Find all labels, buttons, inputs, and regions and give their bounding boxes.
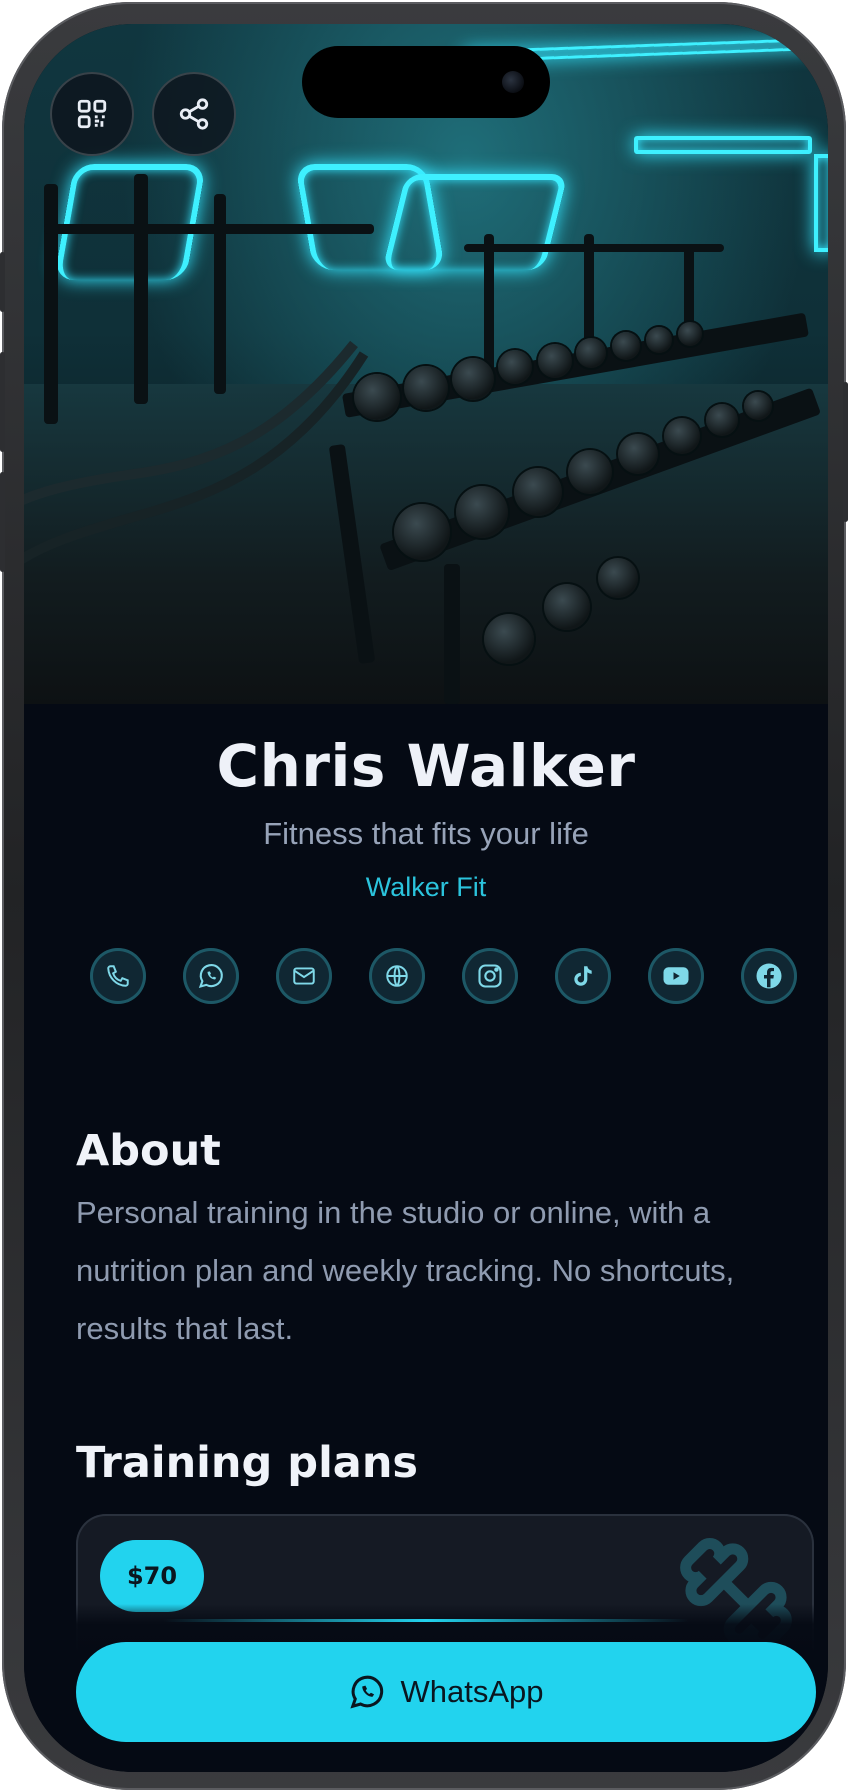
battle-rope: [24, 340, 369, 564]
share-button[interactable]: [152, 72, 236, 156]
neon-light: [814, 154, 828, 252]
dumbbell: [568, 450, 612, 494]
email-button[interactable]: [276, 948, 332, 1004]
dumbbell: [664, 418, 700, 454]
dumbbell: [404, 366, 448, 410]
rack-bar: [464, 244, 724, 252]
dumbbell: [498, 350, 532, 384]
dumbbell: [544, 584, 590, 630]
dumbbell: [646, 327, 672, 353]
power-button: [843, 382, 848, 522]
action-button: [0, 252, 5, 312]
dumbbell: [394, 504, 450, 560]
whatsapp-cta-button[interactable]: WhatsApp: [76, 1642, 816, 1742]
phone-button[interactable]: [90, 948, 146, 1004]
youtube-icon: [663, 967, 689, 985]
camera-icon: [502, 71, 524, 93]
hero-image: [24, 24, 828, 704]
mail-icon: [293, 967, 315, 985]
neon-light: [634, 136, 812, 154]
about-text: Personal training in the studio or onlin…: [76, 1195, 735, 1346]
dumbbell: [514, 468, 562, 516]
volume-down-button: [0, 472, 5, 572]
dumbbell: [538, 344, 572, 378]
whatsapp-icon: [350, 1675, 384, 1709]
dumbbell: [452, 358, 494, 400]
neon-light: [53, 164, 207, 280]
globe-icon: [386, 965, 408, 987]
cta-label: WhatsApp: [400, 1674, 544, 1709]
instagram-button[interactable]: [462, 948, 518, 1004]
plans-heading: Training plans: [76, 1438, 419, 1488]
dumbbell: [678, 322, 702, 346]
dumbbell: [618, 434, 658, 474]
dumbbell: [706, 404, 738, 436]
whatsapp-icon: [198, 964, 223, 989]
about-heading: About: [76, 1126, 221, 1176]
qr-code-button[interactable]: [50, 72, 134, 156]
tiktok-icon: [574, 966, 592, 986]
rack-leg: [444, 564, 460, 704]
profile-name: Chris Walker: [216, 732, 636, 800]
tiktok-button[interactable]: [555, 948, 611, 1004]
share-icon: [179, 98, 209, 130]
dumbbell: [744, 392, 772, 420]
dumbbell: [456, 486, 508, 538]
plan-price-badge: $70: [100, 1540, 204, 1612]
website-button[interactable]: [369, 948, 425, 1004]
dumbbell: [576, 338, 606, 368]
volume-up-button: [0, 352, 5, 452]
facebook-button[interactable]: [741, 948, 797, 1004]
neon-light: [382, 174, 568, 270]
screen: Chris Walker Fitness that fits your life…: [24, 24, 828, 1772]
dumbbell: [484, 614, 534, 664]
profile-tagline: Fitness that fits your life: [263, 816, 589, 851]
rack-bar: [44, 224, 374, 234]
brand-name[interactable]: Walker Fit: [24, 872, 828, 903]
phone-icon: [107, 965, 129, 987]
social-links: [64, 948, 797, 1012]
facebook-icon: [756, 963, 782, 989]
phone-frame: Chris Walker Fitness that fits your life…: [0, 2, 848, 1790]
dumbbell: [598, 558, 638, 598]
instagram-icon: [478, 964, 502, 988]
dynamic-island: [302, 46, 550, 118]
youtube-button[interactable]: [648, 948, 704, 1004]
whatsapp-button[interactable]: [183, 948, 239, 1004]
dumbbell: [612, 332, 640, 360]
bottom-divider: [164, 1619, 688, 1622]
qr-code-icon: [77, 99, 107, 129]
